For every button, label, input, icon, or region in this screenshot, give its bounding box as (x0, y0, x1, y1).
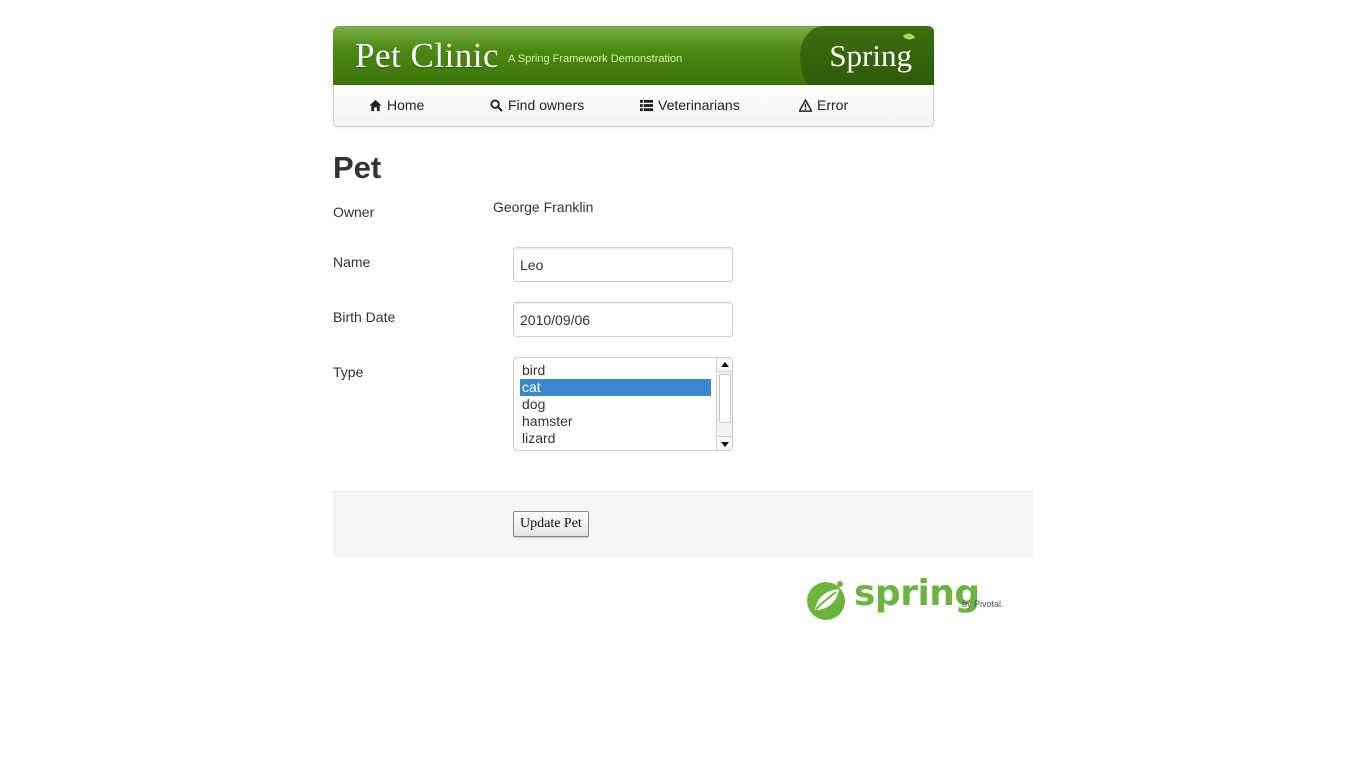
scrollbar-thumb[interactable] (719, 374, 731, 423)
type-option-lizard[interactable]: lizard (520, 430, 711, 447)
nav-error[interactable]: Error (799, 97, 848, 113)
scroll-up-arrow-icon[interactable] (718, 358, 732, 372)
owner-name: George Franklin (493, 199, 594, 215)
page-title: Pet (333, 150, 382, 185)
type-options-list: bird cat dog hamster lizard (514, 358, 711, 447)
nav-error-label: Error (817, 97, 849, 113)
nav-find-owners[interactable]: Find owners (490, 97, 584, 113)
spring-leaf-icon (807, 581, 845, 620)
type-select-scrollbar[interactable] (716, 358, 732, 450)
nav-home-label: Home (387, 97, 425, 113)
nav-veterinarians[interactable]: Veterinarians (640, 97, 740, 113)
form-actions: Update Pet (333, 491, 1033, 557)
header-banner: Pet Clinic A Spring Framework Demonstrat… (333, 26, 934, 85)
update-pet-button[interactable]: Update Pet (513, 511, 589, 537)
name-field[interactable] (513, 247, 733, 282)
nav-find-owners-label: Find owners (508, 97, 585, 113)
type-option-dog[interactable]: dog (520, 396, 711, 413)
birth-date-label: Birth Date (333, 309, 396, 325)
warning-icon (799, 98, 812, 112)
page-container: Pet Clinic A Spring Framework Demonstrat… (333, 26, 1033, 620)
list-icon (640, 99, 653, 111)
scroll-down-arrow-icon[interactable] (718, 436, 732, 450)
nav-veterinarians-label: Veterinarians (658, 97, 740, 113)
spring-brand-logo: Spring (829, 38, 912, 73)
spring-wordmark: spring (854, 573, 980, 614)
main-navbar: Home Find owners Veterinarians Error (333, 85, 934, 127)
type-option-cat[interactable]: cat (520, 379, 711, 396)
type-option-hamster[interactable]: hamster (520, 413, 711, 430)
name-label: Name (333, 254, 371, 270)
owner-label: Owner (333, 204, 375, 220)
app-title: Pet Clinic (355, 36, 500, 75)
by-pivotal-text: by Pivotal. (962, 599, 1004, 609)
app-tagline: A Spring Framework Demonstration (508, 53, 683, 65)
spring-footer-logo: spring by Pivotal. (806, 573, 1006, 621)
spring-brand-panel: Spring (800, 26, 934, 85)
type-option-bird[interactable]: bird (520, 362, 711, 379)
home-icon (369, 99, 382, 111)
search-icon (490, 98, 503, 112)
type-label: Type (333, 364, 364, 380)
birth-date-field[interactable] (513, 302, 733, 337)
type-select[interactable]: bird cat dog hamster lizard (513, 357, 733, 451)
nav-home[interactable]: Home (369, 97, 424, 113)
